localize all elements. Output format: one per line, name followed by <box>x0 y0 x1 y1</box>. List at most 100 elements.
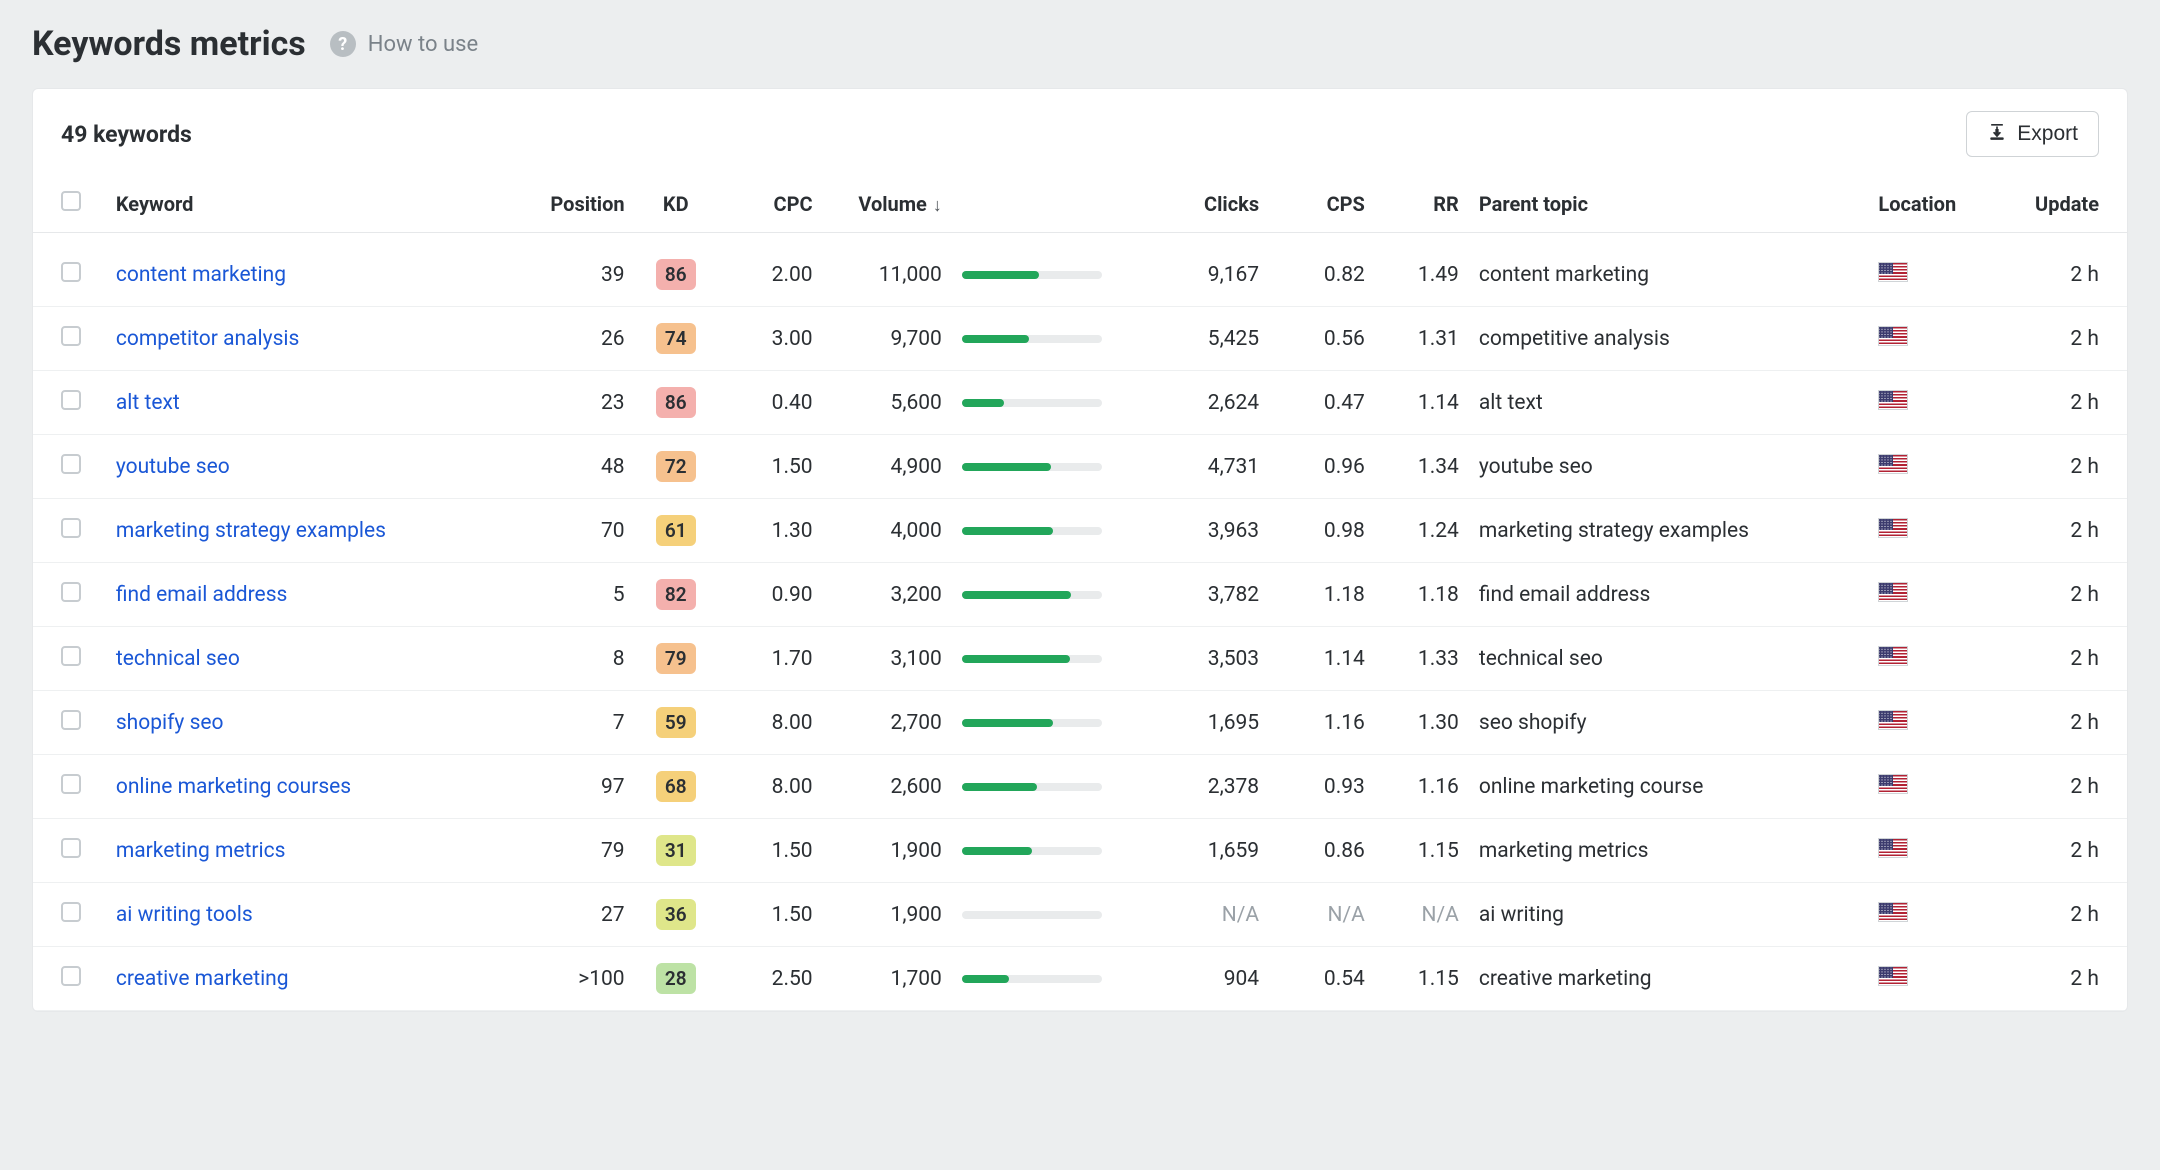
kd-badge: 79 <box>656 643 696 674</box>
cell-rr: 1.31 <box>1375 307 1469 371</box>
row-checkbox[interactable] <box>61 902 81 922</box>
cell-location <box>1868 233 2009 307</box>
cell-clicks: N/A <box>1140 883 1269 947</box>
col-clicks[interactable]: Clicks <box>1140 177 1269 233</box>
volume-bar <box>962 911 1102 919</box>
volume-bar <box>962 271 1102 279</box>
cell-cps: 0.47 <box>1269 371 1375 435</box>
table-row: online marketing courses97688.002,6002,3… <box>33 755 2127 819</box>
cell-location <box>1868 499 2009 563</box>
cell-cpc: 1.70 <box>717 627 823 691</box>
cell-parent: youtube seo <box>1469 435 1869 499</box>
cell-parent: technical seo <box>1469 627 1869 691</box>
volume-bar <box>962 591 1102 599</box>
table-row: ai writing tools27361.501,900N/AN/AN/Aai… <box>33 883 2127 947</box>
cell-parent: marketing metrics <box>1469 819 1869 883</box>
kd-badge: 28 <box>656 963 696 994</box>
howto-link[interactable]: ? How to use <box>330 31 478 57</box>
col-cpc[interactable]: CPC <box>717 177 823 233</box>
keyword-link[interactable]: technical seo <box>116 647 240 671</box>
cell-position: 8 <box>505 627 634 691</box>
cell-volume: 11,000 <box>823 233 952 307</box>
flag-us-icon <box>1878 838 1908 858</box>
row-checkbox[interactable] <box>61 326 81 346</box>
cell-clicks: 3,503 <box>1140 627 1269 691</box>
cell-position: 97 <box>505 755 634 819</box>
keyword-link[interactable]: shopify seo <box>116 711 224 735</box>
col-volume[interactable]: Volume↓ <box>823 177 952 233</box>
col-parent[interactable]: Parent topic <box>1469 177 1869 233</box>
cell-cpc: 0.40 <box>717 371 823 435</box>
volume-bar <box>962 655 1102 663</box>
cell-position: 48 <box>505 435 634 499</box>
cell-parent: creative marketing <box>1469 947 1869 1011</box>
row-checkbox[interactable] <box>61 838 81 858</box>
row-checkbox[interactable] <box>61 582 81 602</box>
help-icon: ? <box>330 31 356 57</box>
keyword-link[interactable]: youtube seo <box>116 455 230 479</box>
cell-location <box>1868 563 2009 627</box>
export-button[interactable]: Export <box>1966 111 2099 157</box>
cell-clicks: 4,731 <box>1140 435 1269 499</box>
kd-badge: 61 <box>656 515 696 546</box>
keyword-link[interactable]: marketing strategy examples <box>116 519 386 543</box>
col-position[interactable]: Position <box>505 177 634 233</box>
keyword-link[interactable]: alt text <box>116 391 180 415</box>
row-checkbox[interactable] <box>61 774 81 794</box>
cell-position: 79 <box>505 819 634 883</box>
col-cps[interactable]: CPS <box>1269 177 1375 233</box>
table-row: youtube seo48721.504,9004,7310.961.34you… <box>33 435 2127 499</box>
row-checkbox[interactable] <box>61 518 81 538</box>
cell-rr: 1.15 <box>1375 819 1469 883</box>
cell-volume: 3,100 <box>823 627 952 691</box>
cell-cpc: 1.50 <box>717 883 823 947</box>
volume-bar <box>962 463 1102 471</box>
cell-volume: 9,700 <box>823 307 952 371</box>
row-checkbox[interactable] <box>61 262 81 282</box>
cell-position: 7 <box>505 691 634 755</box>
kd-badge: 31 <box>656 835 696 866</box>
select-all-checkbox[interactable] <box>61 191 81 211</box>
cell-update: 2 h <box>2009 883 2127 947</box>
row-checkbox[interactable] <box>61 966 81 986</box>
cell-volume: 1,700 <box>823 947 952 1011</box>
keyword-link[interactable]: ai writing tools <box>116 903 253 927</box>
col-update[interactable]: Update <box>2009 177 2127 233</box>
keyword-link[interactable]: competitor analysis <box>116 327 300 351</box>
cell-parent: find email address <box>1469 563 1869 627</box>
cell-cps: 0.54 <box>1269 947 1375 1011</box>
col-location[interactable]: Location <box>1868 177 2009 233</box>
flag-us-icon <box>1878 646 1908 666</box>
kd-badge: 72 <box>656 451 696 482</box>
cell-clicks: 2,378 <box>1140 755 1269 819</box>
cell-cps: 0.56 <box>1269 307 1375 371</box>
cell-clicks: 1,659 <box>1140 819 1269 883</box>
cell-cps: 1.14 <box>1269 627 1375 691</box>
cell-position: >100 <box>505 947 634 1011</box>
keyword-link[interactable]: creative marketing <box>116 967 289 991</box>
row-checkbox[interactable] <box>61 454 81 474</box>
row-checkbox[interactable] <box>61 390 81 410</box>
cell-cpc: 1.30 <box>717 499 823 563</box>
cell-update: 2 h <box>2009 691 2127 755</box>
cell-cps: 0.82 <box>1269 233 1375 307</box>
col-rr[interactable]: RR <box>1375 177 1469 233</box>
row-checkbox[interactable] <box>61 646 81 666</box>
cell-volume: 4,000 <box>823 499 952 563</box>
cell-position: 26 <box>505 307 634 371</box>
keyword-link[interactable]: find email address <box>116 583 288 607</box>
cell-clicks: 904 <box>1140 947 1269 1011</box>
cell-rr: 1.34 <box>1375 435 1469 499</box>
keyword-link[interactable]: marketing metrics <box>116 839 286 863</box>
keyword-link[interactable]: online marketing courses <box>116 775 351 799</box>
col-keyword[interactable]: Keyword <box>106 177 506 233</box>
table-row: technical seo8791.703,1003,5031.141.33te… <box>33 627 2127 691</box>
keyword-link[interactable]: content marketing <box>116 263 286 287</box>
kd-badge: 68 <box>656 771 696 802</box>
flag-us-icon <box>1878 390 1908 410</box>
col-kd[interactable]: KD <box>635 177 717 233</box>
row-checkbox[interactable] <box>61 710 81 730</box>
cell-cpc: 2.50 <box>717 947 823 1011</box>
howto-label: How to use <box>368 32 478 57</box>
cell-parent: online marketing course <box>1469 755 1869 819</box>
